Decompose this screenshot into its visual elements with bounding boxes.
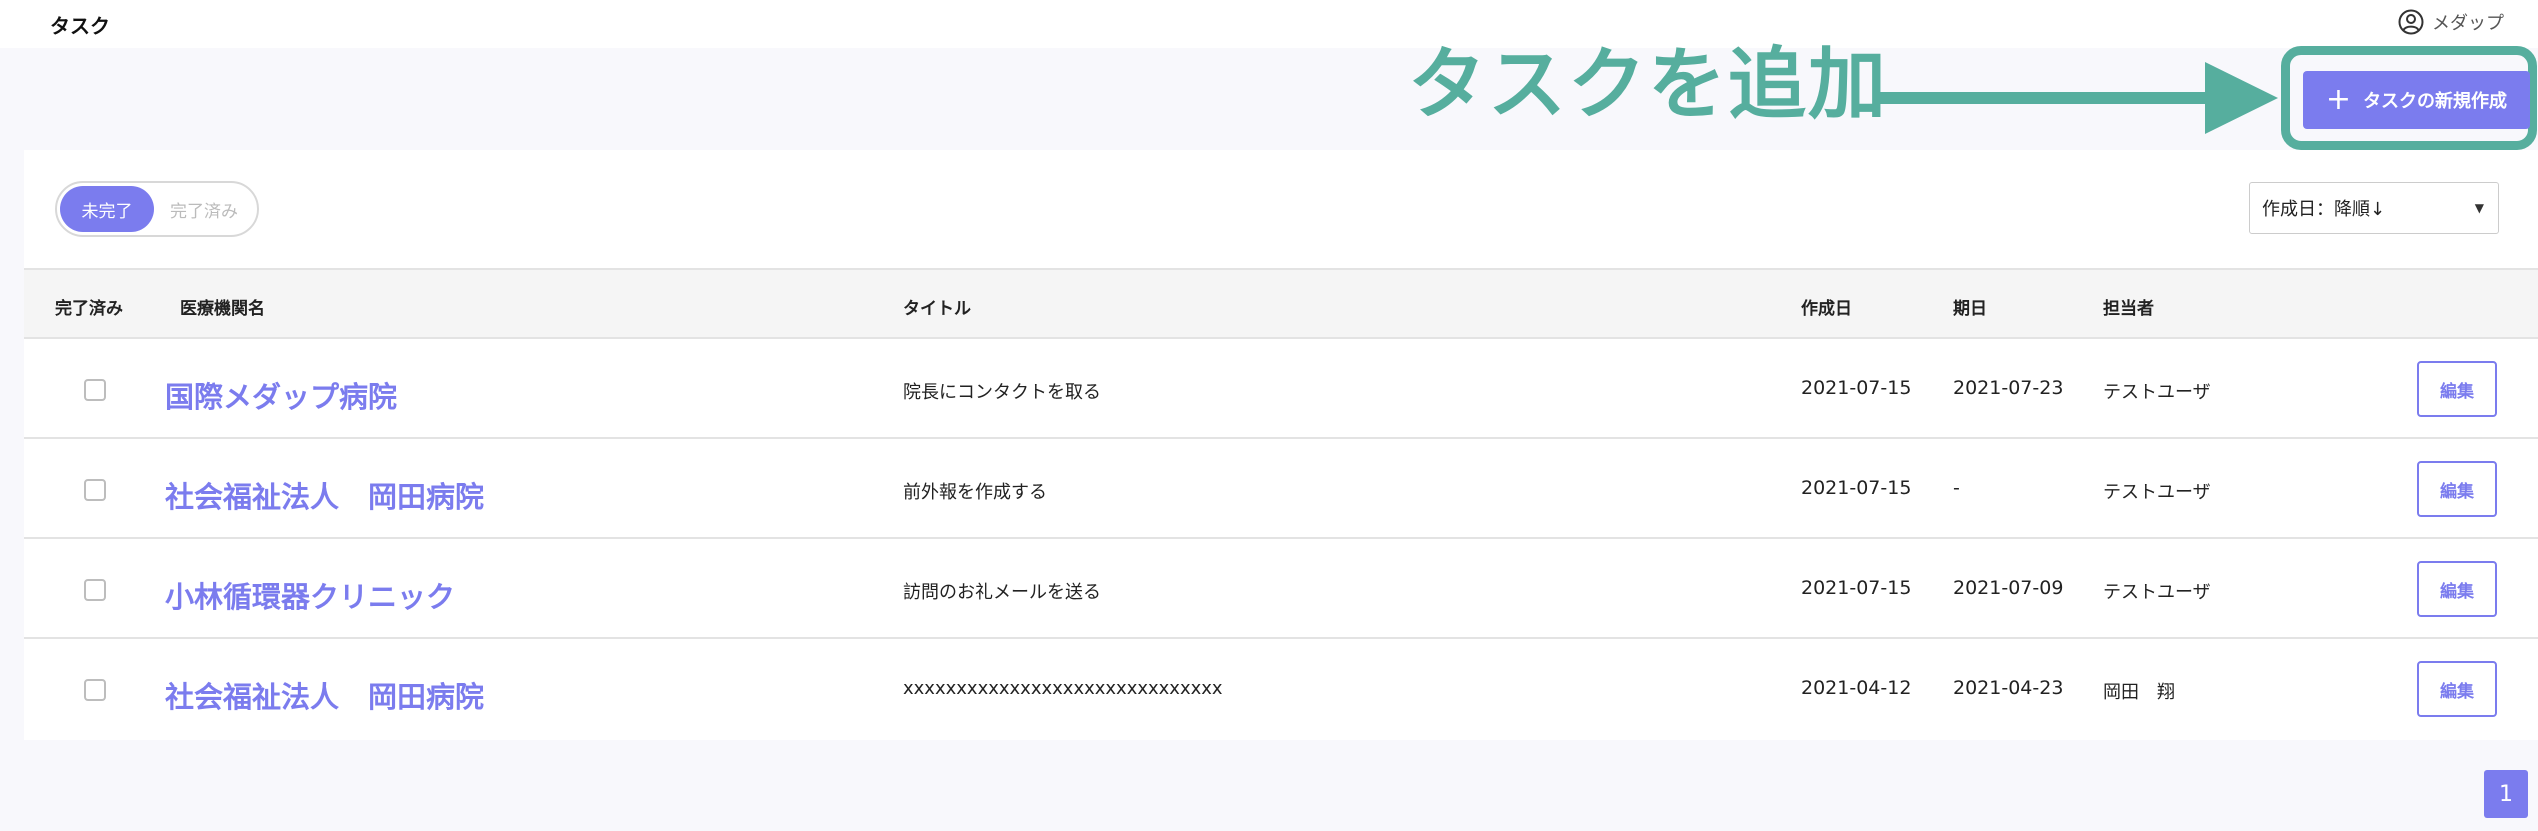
plus-icon: + — [2325, 82, 2352, 117]
org-link[interactable]: 国際メダップ病院 — [165, 374, 397, 416]
done-checkbox[interactable] — [84, 579, 106, 601]
top-bar: タスク メダップ — [0, 0, 2538, 48]
task-title: xxxxxxxxxxxxxxxxxxxxxxxxxxxxxx — [903, 678, 1223, 699]
new-task-label: タスクの新規作成 — [2363, 91, 2508, 112]
task-list-card: 未完了 完了済み 作成日：降順↓ ▼ 完了済み 医療機関名 タイトル 作成日 期… — [24, 150, 2538, 740]
done-checkbox[interactable] — [84, 679, 106, 701]
task-title: 院長にコンタクトを取る — [903, 382, 1101, 403]
status-filter-toggle[interactable]: 未完了 完了済み — [55, 181, 259, 237]
header-assignee: 担当者 — [2103, 299, 2154, 319]
assignee: 岡田 翔 — [2103, 682, 2175, 703]
table-row: 社会福祉法人 岡田病院 xxxxxxxxxxxxxxxxxxxxxxxxxxxx… — [24, 639, 2538, 739]
created-date: 2021-04-12 — [1801, 677, 1912, 699]
user-menu[interactable]: メダップ — [2398, 9, 2504, 35]
sort-select[interactable]: 作成日：降順↓ ▼ — [2249, 182, 2499, 234]
table-header: 完了済み 医療機関名 タイトル 作成日 期日 担当者 — [24, 268, 2538, 339]
sort-select-value: 作成日：降順↓ — [2262, 199, 2386, 220]
created-date: 2021-07-15 — [1801, 477, 1912, 499]
done-checkbox[interactable] — [84, 479, 106, 501]
org-link[interactable]: 社会福祉法人 岡田病院 — [165, 474, 484, 516]
table-row: 小林循環器クリニック 訪問のお礼メールを送る 2021-07-15 2021-0… — [24, 539, 2538, 639]
assignee: テストユーザ — [2103, 382, 2211, 403]
new-task-button[interactable]: + タスクの新規作成 — [2303, 71, 2530, 129]
due-date: 2021-07-09 — [1953, 577, 2064, 599]
due-date: 2021-07-23 — [1953, 377, 2064, 399]
filter-incomplete[interactable]: 未完了 — [60, 186, 154, 232]
edit-button[interactable]: 編集 — [2417, 461, 2497, 517]
caret-down-icon: ▼ — [2474, 201, 2484, 215]
filter-complete[interactable]: 完了済み — [154, 197, 254, 222]
header-created: 作成日 — [1801, 299, 1852, 319]
table-row: 社会福祉法人 岡田病院 前外報を作成する 2021-07-15 - テストユーザ… — [24, 439, 2538, 539]
header-org: 医療機関名 — [180, 299, 265, 319]
table-row: 国際メダップ病院 院長にコンタクトを取る 2021-07-15 2021-07-… — [24, 339, 2538, 439]
due-date: - — [1953, 477, 1960, 499]
created-date: 2021-07-15 — [1801, 377, 1912, 399]
annotation-callout: タスクを追加 — [1408, 40, 1889, 130]
assignee: テストユーザ — [2103, 482, 2211, 503]
task-title: 訪問のお礼メールを送る — [903, 582, 1101, 603]
edit-button[interactable]: 編集 — [2417, 561, 2497, 617]
assignee: テストユーザ — [2103, 582, 2211, 603]
user-circle-icon — [2398, 9, 2424, 35]
org-link[interactable]: 社会福祉法人 岡田病院 — [165, 674, 484, 716]
annotation-arrow-icon — [1880, 62, 2278, 134]
header-done: 完了済み — [55, 299, 123, 319]
due-date: 2021-04-23 — [1953, 677, 2064, 699]
page-title: タスク — [50, 14, 110, 38]
created-date: 2021-07-15 — [1801, 577, 1912, 599]
pagination-page-button[interactable]: 1 — [2484, 770, 2528, 818]
header-due: 期日 — [1953, 299, 1987, 319]
header-title: タイトル — [903, 299, 971, 319]
task-title: 前外報を作成する — [903, 482, 1047, 503]
done-checkbox[interactable] — [84, 379, 106, 401]
org-link[interactable]: 小林循環器クリニック — [165, 574, 455, 616]
edit-button[interactable]: 編集 — [2417, 361, 2497, 417]
user-name: メダップ — [2432, 13, 2504, 34]
edit-button[interactable]: 編集 — [2417, 661, 2497, 717]
